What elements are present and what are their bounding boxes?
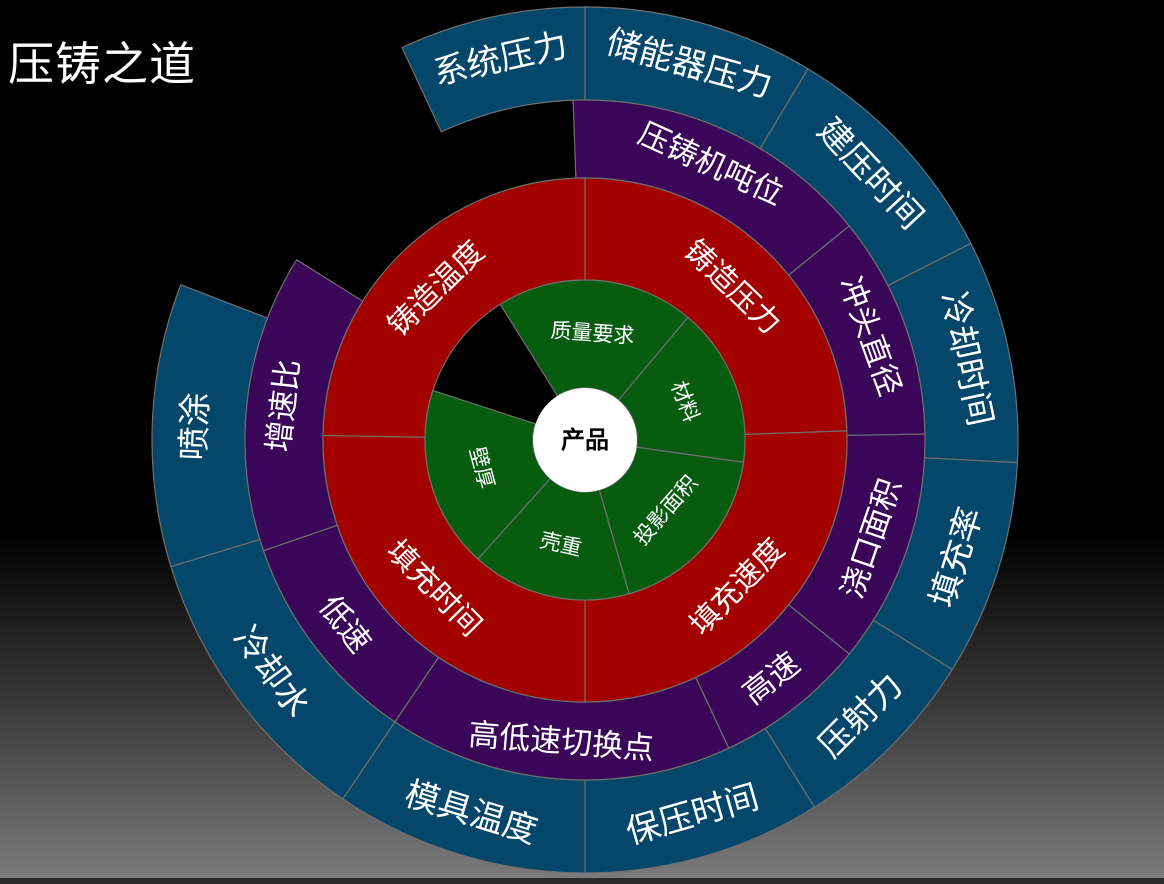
center-circle: 产品 — [533, 388, 637, 492]
ring-outer-label: 喷涂 — [174, 392, 216, 461]
center-label: 产品 — [561, 426, 609, 454]
process-wheel-diagram: 系统压力 储能器压力建压时间冷却时间填充率压射力保压时间模具温度冷却水喷涂 压铸机… — [151, 6, 1019, 874]
bottom-bar — [0, 878, 1164, 884]
